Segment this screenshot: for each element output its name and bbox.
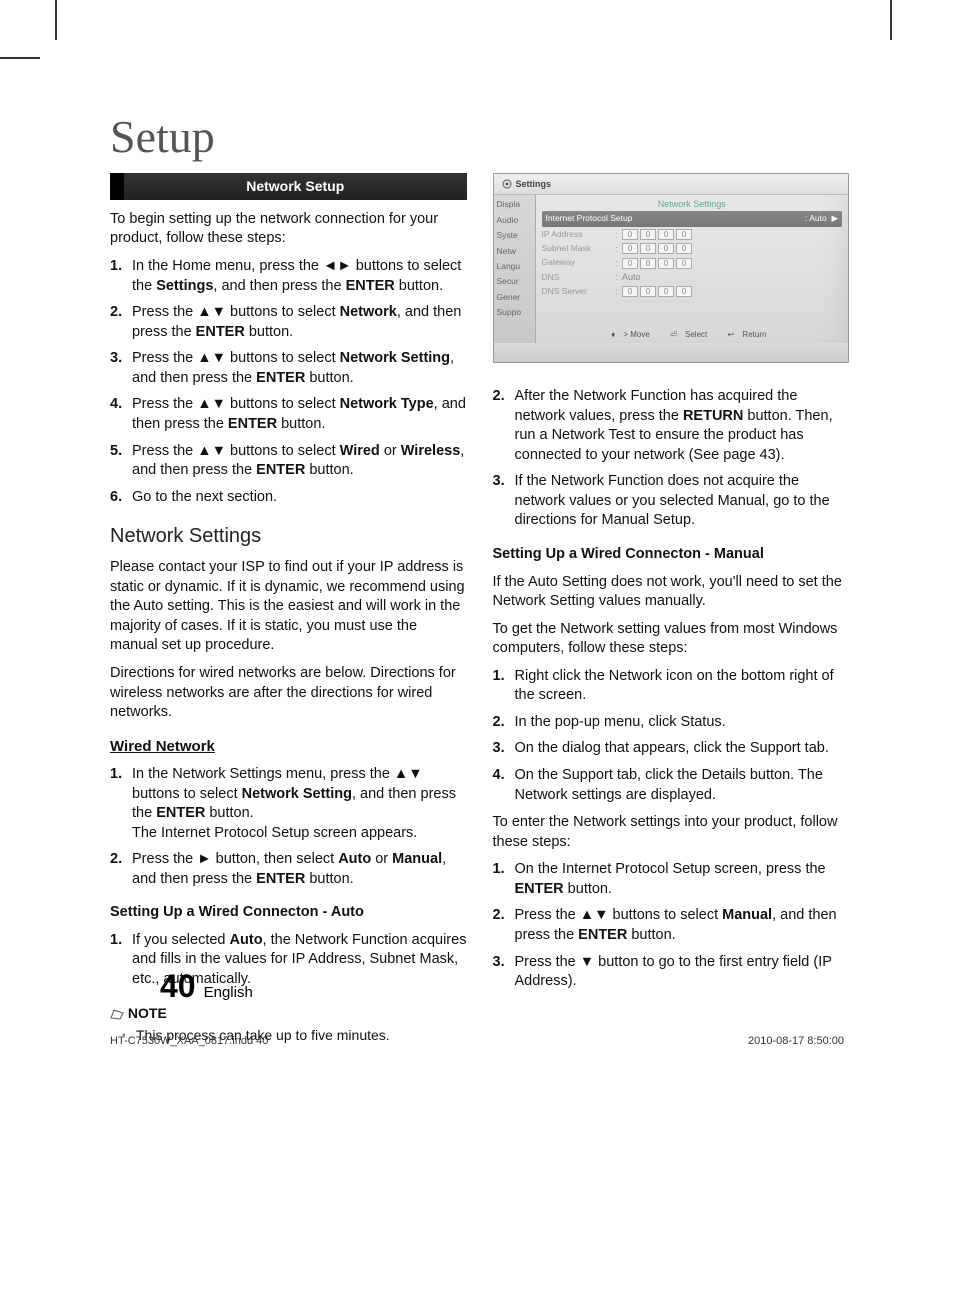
list-item: 1.On the Internet Protocol Setup screen,… bbox=[493, 860, 850, 899]
screenshot-footer-hints: ♦ > Move ⏎ Select ↩ Return bbox=[536, 330, 849, 341]
print-timestamp: 2010-08-17 8:50:00 bbox=[748, 1035, 844, 1047]
list-item: 5.Press the ▲▼ buttons to select Wired o… bbox=[110, 442, 467, 481]
print-filename: HT-C7530W_XAA_0817.indd 40 bbox=[110, 1035, 268, 1047]
list-item: 2.Press the ▲▼ buttons to select Manual,… bbox=[493, 906, 850, 945]
screenshot-main: Network Settings Internet Protocol Setup… bbox=[536, 195, 849, 343]
list-item: 1.In the Home menu, press the ◄► buttons… bbox=[110, 257, 467, 296]
list-item: 1.Right click the Network icon on the bo… bbox=[493, 667, 850, 706]
paragraph: Please contact your ISP to find out if y… bbox=[110, 558, 467, 656]
list-item: 2.Press the ► button, then select Auto o… bbox=[110, 850, 467, 889]
list-item: 2.After the Network Function has acquire… bbox=[493, 387, 850, 465]
steps-wired: 1.In the Network Settings menu, press th… bbox=[110, 765, 467, 889]
sidebar-item: Audio bbox=[494, 213, 535, 228]
right-column: Settings DisplaAudioSysteNetwLanguSecurG… bbox=[493, 173, 850, 1045]
sidebar-item: Suppo bbox=[494, 305, 535, 320]
list-item: 3.Press the ▲▼ buttons to select Network… bbox=[110, 349, 467, 388]
page-footer: 40 English bbox=[160, 968, 253, 1005]
page-number: 40 bbox=[160, 968, 196, 1005]
page-title: Setup bbox=[110, 110, 849, 163]
screenshot-field: DNS:Auto bbox=[542, 271, 843, 283]
section-header: Network Setup bbox=[110, 173, 467, 200]
list-item: 3.On the dialog that appears, click the … bbox=[493, 739, 850, 759]
steps-after-acquire: 2.After the Network Function has acquire… bbox=[493, 387, 850, 531]
heading-network-settings: Network Settings bbox=[110, 523, 467, 550]
list-item: 3.Press the ▼ button to go to the first … bbox=[493, 953, 850, 992]
list-item: 2.In the pop-up menu, click Status. bbox=[493, 713, 850, 733]
note-icon bbox=[110, 1008, 124, 1020]
sidebar-item: Syste bbox=[494, 228, 535, 243]
screenshot-fields: IP Address:0000 Subnet Mask:0000 Gateway:0… bbox=[542, 229, 843, 298]
sidebar-item: Langu bbox=[494, 259, 535, 274]
list-item: 1.In the Network Settings menu, press th… bbox=[110, 765, 467, 843]
intro-text: To begin setting up the network connecti… bbox=[110, 210, 467, 249]
left-column: Network Setup To begin setting up the ne… bbox=[110, 173, 467, 1045]
screenshot-sidebar: DisplaAudioSysteNetwLanguSecurGenerSuppo bbox=[494, 195, 536, 343]
paragraph: To enter the Network settings into your … bbox=[493, 813, 850, 852]
list-item: 2.Press the ▲▼ buttons to select Network… bbox=[110, 303, 467, 342]
screenshot-panel-title: Network Settings bbox=[542, 197, 843, 211]
steps-windows: 1.Right click the Network icon on the bo… bbox=[493, 667, 850, 805]
print-metadata: HT-C7530W_XAA_0817.indd 40 2010-08-17 8:… bbox=[110, 1035, 844, 1047]
steps-initial: 1.In the Home menu, press the ◄► buttons… bbox=[110, 257, 467, 507]
sidebar-item: Secur bbox=[494, 274, 535, 289]
heading-auto: Setting Up a Wired Connecton - Auto bbox=[110, 903, 467, 923]
page-language: English bbox=[204, 984, 253, 1001]
sidebar-item: Gener bbox=[494, 290, 535, 305]
sidebar-item: Displa bbox=[494, 197, 535, 212]
paragraph: Directions for wired networks are below.… bbox=[110, 664, 467, 723]
screenshot-field: IP Address:0000 bbox=[542, 229, 843, 241]
page: Setup Network Setup To begin setting up … bbox=[50, 20, 904, 1085]
heading-manual: Setting Up a Wired Connecton - Manual bbox=[493, 545, 850, 565]
screenshot-field: Subnet Mask:0000 bbox=[542, 243, 843, 255]
list-item: 4.Press the ▲▼ buttons to select Network… bbox=[110, 395, 467, 434]
heading-wired-network: Wired Network bbox=[110, 737, 467, 757]
paragraph: To get the Network setting values from m… bbox=[493, 620, 850, 659]
steps-enter-settings: 1.On the Internet Protocol Setup screen,… bbox=[493, 860, 850, 991]
screenshot-field: DNS Server:0000 bbox=[542, 285, 843, 297]
settings-screenshot: Settings DisplaAudioSysteNetwLanguSecurG… bbox=[493, 173, 850, 363]
screenshot-selected-row: Internet Protocol Setup: Auto ▶ bbox=[542, 211, 843, 226]
list-item: 4.On the Support tab, click the Details … bbox=[493, 766, 850, 805]
list-item: 6.Go to the next section. bbox=[110, 488, 467, 508]
note-label: NOTE bbox=[110, 1004, 467, 1023]
paragraph: If the Auto Setting does not work, you'l… bbox=[493, 573, 850, 612]
screenshot-field: Gateway:0000 bbox=[542, 257, 843, 269]
screenshot-header: Settings bbox=[494, 174, 849, 195]
sidebar-item: Netw bbox=[494, 244, 535, 259]
list-item: 3.If the Network Function does not acqui… bbox=[493, 472, 850, 531]
gear-icon bbox=[502, 179, 512, 189]
